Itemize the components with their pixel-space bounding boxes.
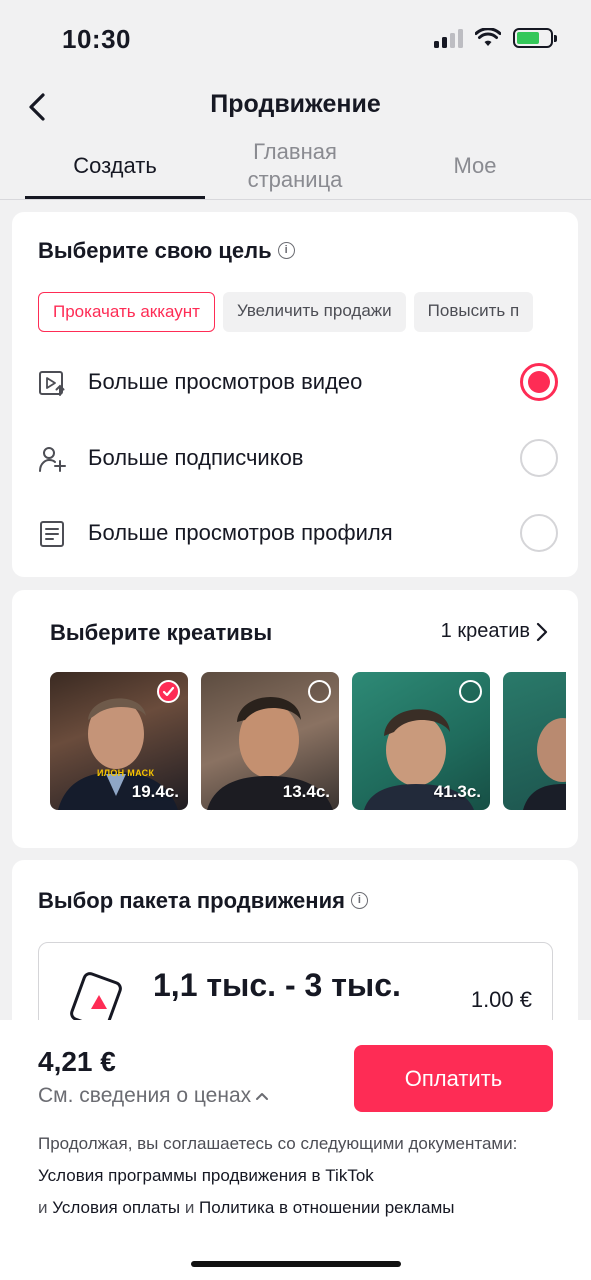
checkout-footer: 4,21 € См. сведения о ценах Оплатить Про… xyxy=(0,1020,591,1280)
home-indicator[interactable] xyxy=(191,1261,401,1267)
legal-text: Продолжая, вы соглашаетесь со следующими… xyxy=(38,1134,518,1217)
nav-header: Продвижение xyxy=(0,80,591,134)
payment-terms-link[interactable]: Условия оплаты xyxy=(52,1198,180,1217)
package-range: 1,1 тыс. - 3 тыс. xyxy=(153,967,401,1003)
radio-unselected[interactable] xyxy=(520,439,558,477)
goal-section-title: Выберите свою цель i xyxy=(38,238,295,264)
page-title: Продвижение xyxy=(210,90,381,118)
goal-option-profile-views[interactable]: Больше просмотров профиля xyxy=(38,514,558,554)
tab-bar: Создать Главная страница Мое xyxy=(0,134,591,200)
promotion-terms-link[interactable]: Условия программы продвижения в TikTok xyxy=(38,1166,374,1185)
thumbnail-overlay-text: ИЛОН МАСК xyxy=(97,768,155,778)
total-price: 4,21 € xyxy=(38,1046,116,1077)
creative-thumbnail[interactable] xyxy=(503,672,566,810)
add-follower-icon xyxy=(39,447,66,472)
package-card: Выбор пакета продвижения i 1,1 тыс. - 3 т… xyxy=(12,860,578,1052)
creatives-count-link[interactable]: 1 креатив xyxy=(441,620,548,643)
profile-doc-icon xyxy=(40,521,64,547)
select-circle-icon[interactable] xyxy=(459,680,482,703)
tab-active-indicator xyxy=(25,196,205,199)
info-icon[interactable]: i xyxy=(277,241,295,259)
tab-create[interactable]: Создать xyxy=(25,152,205,180)
chip-increase-sales[interactable]: Увеличить продажи xyxy=(222,292,406,332)
status-icons xyxy=(434,28,557,48)
status-time: 10:30 xyxy=(62,24,131,54)
goal-option-video-views[interactable]: Больше просмотров видео xyxy=(38,363,558,403)
radio-unselected[interactable] xyxy=(520,514,558,552)
radio-selected[interactable] xyxy=(520,363,558,401)
creatives-card: Выберите креативы 1 креатив ИЛОН МАСК 19… xyxy=(12,590,578,848)
ad-policy-link[interactable]: Политика в отношении рекламы xyxy=(199,1198,454,1217)
creative-thumbnail[interactable]: 13.4с. xyxy=(201,672,339,810)
goal-card: Выберите свою цель i Прокачать аккаунт Уве… xyxy=(12,212,578,577)
thumbnail-duration: 13.4с. xyxy=(282,782,330,801)
status-bar: 10:30 xyxy=(0,0,591,80)
package-section-title: Выбор пакета продвижения i xyxy=(38,888,368,914)
thumbnail-duration: 19.4с. xyxy=(131,782,179,801)
creative-thumbnail[interactable]: 41.3с. xyxy=(352,672,490,810)
goal-option-label: Больше подписчиков xyxy=(88,445,304,470)
check-icon[interactable] xyxy=(157,680,180,703)
chevron-up-icon xyxy=(256,1093,269,1100)
price-details-toggle[interactable]: См. сведения о ценах xyxy=(38,1084,269,1108)
creatives-section-title: Выберите креативы xyxy=(50,620,273,645)
goal-option-followers[interactable]: Больше подписчиков xyxy=(38,439,558,479)
chip-increase[interactable]: Повысить п xyxy=(413,292,534,332)
goal-option-label: Больше просмотров видео xyxy=(88,369,363,394)
select-circle-icon[interactable] xyxy=(308,680,331,703)
tab-mine[interactable]: Мое xyxy=(385,152,565,180)
package-price: 1.00 € xyxy=(470,987,532,1012)
signal-icon xyxy=(434,28,463,48)
thumbnail-duration: 41.3с. xyxy=(433,782,481,801)
chevron-right-icon xyxy=(536,622,548,641)
creative-thumbnail[interactable]: ИЛОН МАСК 19.4с. xyxy=(50,672,188,810)
wifi-icon xyxy=(475,28,501,46)
creatives-carousel: ИЛОН МАСК 19.4с. 13.4с. 41.3с. xyxy=(50,672,566,810)
battery-charging-icon xyxy=(513,28,557,48)
tab-main-page[interactable]: Главная страница xyxy=(205,138,385,194)
info-icon[interactable]: i xyxy=(350,891,368,909)
chip-grow-account[interactable]: Прокачать аккаунт xyxy=(38,292,215,332)
goal-chips: Прокачать аккаунт Увеличить продажи Повыси… xyxy=(38,292,578,332)
person-image xyxy=(523,718,566,810)
goal-option-label: Больше просмотров профиля xyxy=(88,520,393,545)
video-views-icon xyxy=(39,371,65,396)
pay-button[interactable]: Оплатить xyxy=(354,1045,553,1112)
